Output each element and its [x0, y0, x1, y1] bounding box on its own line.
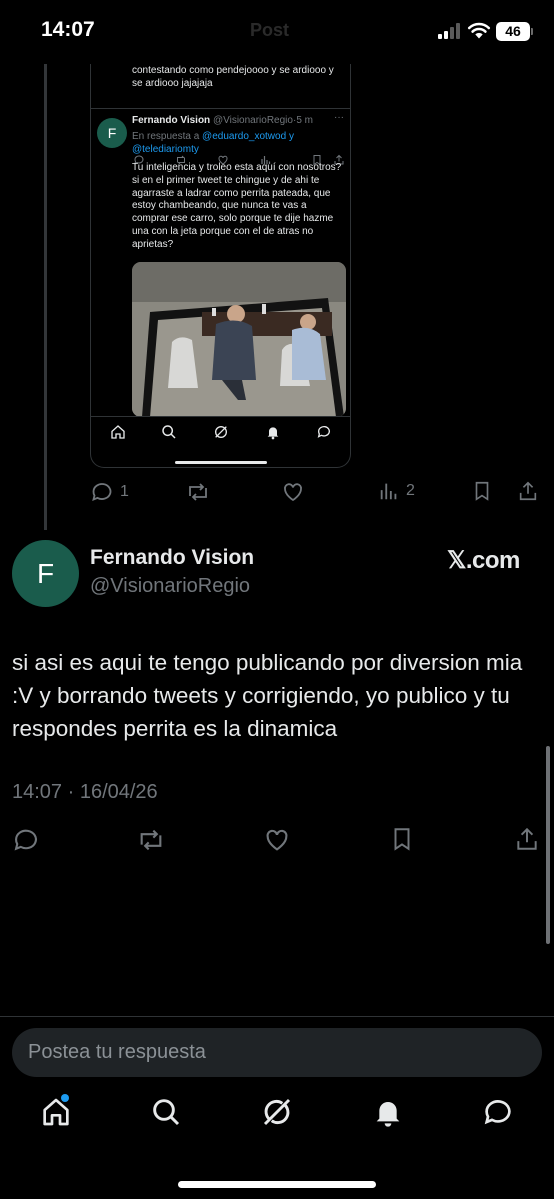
- share-icon: [517, 827, 537, 850]
- notifications-icon: [265, 424, 281, 440]
- embedded-bottom-nav: [91, 424, 350, 444]
- more-icon: ···: [334, 112, 344, 123]
- battery-icon: 46: [496, 22, 530, 41]
- notifications-icon: [376, 1102, 400, 1127]
- thread-connector-line: [44, 64, 47, 530]
- nav-search[interactable]: [150, 1096, 182, 1128]
- views-button[interactable]: 2: [378, 480, 415, 502]
- reply-icon: [14, 829, 37, 851]
- like-icon: [266, 829, 288, 851]
- parent-tweet-actions: 1 2: [90, 480, 550, 506]
- embedded-divider: [91, 108, 350, 109]
- share-button[interactable]: [517, 480, 539, 502]
- grok-icon: [263, 1098, 291, 1126]
- cellular-signal-icon: [438, 23, 464, 39]
- repost-icon: [186, 480, 210, 504]
- scrollbar[interactable]: [546, 746, 550, 944]
- nav-notifications[interactable]: [372, 1096, 404, 1128]
- author-name[interactable]: Fernando Vision: [90, 546, 254, 570]
- views-count: 2: [406, 482, 415, 499]
- embedded-screenshot[interactable]: contestando como pendejoooo y se ardiooo…: [90, 64, 351, 468]
- page-title: Post: [250, 20, 290, 40]
- status-time: 14:07: [41, 18, 95, 41]
- tweet-text: si asi es aqui te tengo publicando por d…: [12, 650, 523, 741]
- reply-button[interactable]: 1: [90, 480, 129, 504]
- mention-link: @telediariomty: [132, 144, 199, 155]
- home-icon: [110, 424, 126, 440]
- avatar[interactable]: F: [12, 540, 79, 607]
- grok-icon: [213, 424, 229, 440]
- reply-icon: [90, 480, 114, 504]
- embedded-photo: +: [132, 262, 346, 417]
- battery-level: 46: [505, 23, 521, 39]
- share-button[interactable]: [514, 826, 540, 852]
- embedded-tweet-text: Tu inteligencia y troleo esta aquí con n…: [132, 162, 342, 250]
- embedded-nav-divider: [91, 416, 350, 417]
- like-button[interactable]: [281, 480, 305, 504]
- battery-tip: [531, 28, 533, 35]
- embedded-avatar: F: [97, 118, 127, 148]
- reply-input[interactable]: [28, 1028, 528, 1077]
- tweet-timestamp: 14:07 · 16/04/26: [12, 781, 158, 803]
- home-indicator: [178, 1181, 376, 1188]
- embedded-previous-tweet-text: contestando como pendejoooo y se ardiooo…: [132, 65, 334, 89]
- bookmark-icon: [394, 828, 410, 851]
- tweet-actions: [12, 826, 542, 858]
- nav-grok[interactable]: [261, 1096, 293, 1128]
- views-icon: [378, 480, 400, 502]
- wifi-icon: [467, 21, 491, 39]
- nav-messages[interactable]: [482, 1096, 514, 1128]
- repost-button[interactable]: [186, 480, 210, 504]
- embedded-author-name: Fernando Vision: [132, 115, 211, 126]
- share-icon: [517, 480, 539, 502]
- like-button[interactable]: [263, 826, 291, 854]
- nav-home[interactable]: [40, 1094, 72, 1128]
- search-icon: [161, 424, 177, 440]
- bookmark-icon: [471, 480, 493, 502]
- repost-icon: [140, 829, 162, 851]
- messages-icon: [316, 424, 332, 440]
- reply-connector: y: [288, 131, 294, 142]
- reply-prefix: En respuesta a: [132, 131, 200, 142]
- reply-button[interactable]: [12, 826, 40, 854]
- x-logo: 𝕏.com: [447, 547, 520, 574]
- like-icon: [281, 480, 305, 504]
- repost-button[interactable]: [137, 826, 165, 854]
- status-bar: 14:07 Post 46: [0, 0, 554, 64]
- embedded-reply-context: En respuesta a @eduardo_xotwod y @teledi…: [132, 130, 322, 156]
- bookmark-button[interactable]: [471, 480, 493, 502]
- bookmark-button[interactable]: [389, 826, 415, 852]
- notification-dot: [61, 1094, 69, 1102]
- messages-icon: [484, 1100, 511, 1125]
- author-handle[interactable]: @VisionarioRegio: [90, 575, 250, 598]
- reply-divider: [0, 1016, 554, 1017]
- embedded-home-indicator: [175, 461, 267, 464]
- reply-count: 1: [120, 483, 129, 500]
- bottom-nav: [0, 1094, 554, 1146]
- mention-link: @eduardo_xotwod: [202, 131, 287, 142]
- reply-composer[interactable]: [12, 1028, 542, 1077]
- embedded-time: 5 m: [296, 115, 313, 126]
- search-icon: [153, 1099, 180, 1126]
- embedded-author-handle: @VisionarioRegio: [212, 115, 293, 126]
- embedded-tweet-header: Fernando Vision @VisionarioRegio·5 m: [132, 115, 313, 126]
